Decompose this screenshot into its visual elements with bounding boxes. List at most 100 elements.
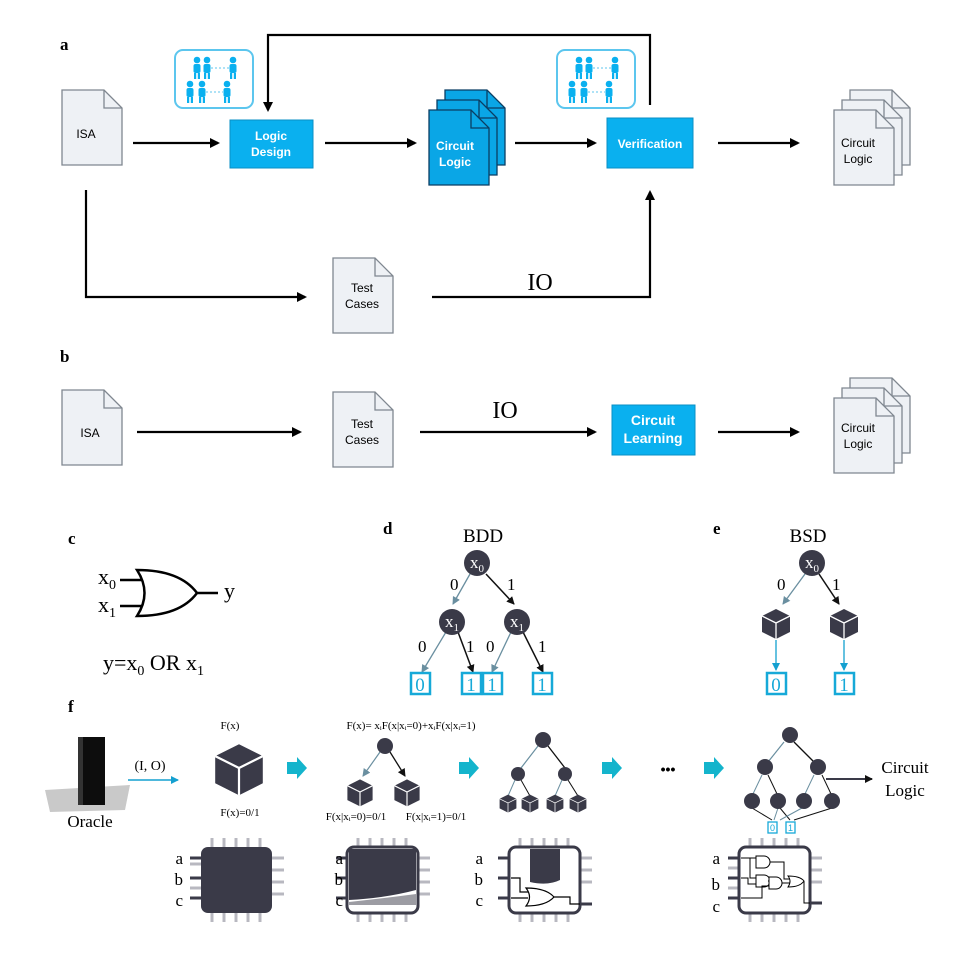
bdd-leaf: 1	[460, 671, 483, 696]
pin-a-label: a	[175, 849, 183, 868]
circuit-logic-label-1: Circuit	[881, 758, 928, 777]
input-x1-label: x1	[98, 592, 116, 621]
bsd-leaf: 0	[765, 671, 788, 696]
circuit-logic-out-label-1: Circuit	[841, 421, 876, 435]
svg-text:1: 1	[537, 675, 547, 696]
team-icon	[557, 50, 635, 108]
circuit-logic-label-2: Logic	[885, 781, 925, 800]
pin-b-label: b	[712, 875, 721, 894]
ellipsis: •••	[661, 761, 676, 777]
bdd-leaf: 1	[481, 671, 504, 696]
pin-a-label: a	[475, 849, 483, 868]
figure: a ISA Logic Design Circuit Logic Verific…	[45, 33, 929, 922]
team-icon	[175, 50, 253, 108]
svg-text:1: 1	[487, 675, 497, 696]
logic-design-label-2: Design	[251, 145, 291, 159]
test-cases-label-2: Cases	[345, 297, 379, 311]
bdd-leaf: 1	[531, 671, 554, 696]
input-x0-label: x0	[98, 564, 116, 593]
cube-icon	[214, 743, 264, 797]
oracle-label: Oracle	[67, 812, 112, 831]
pin-a-label: a	[712, 849, 720, 868]
io-label: IO	[527, 270, 552, 296]
test-cases-label-2: Cases	[345, 433, 379, 447]
teal-arrow-icon	[602, 757, 622, 779]
bsd-leaf: 1	[833, 671, 856, 696]
arrow	[84, 190, 307, 302]
bdd-final-tree	[744, 727, 840, 821]
fx-label: F(x)	[221, 720, 240, 732]
isa-label: ISA	[76, 127, 95, 141]
test-cases-label-1: Test	[351, 281, 374, 295]
edge-label-1: 1	[507, 575, 516, 594]
pin-c-label: c	[335, 891, 343, 910]
io-label: IO	[492, 398, 517, 424]
panel-a-label: a	[60, 35, 69, 54]
pin-b-label: b	[475, 870, 484, 889]
oracle-image	[45, 737, 130, 812]
svg-text:1: 1	[839, 675, 849, 696]
teal-arrow-icon	[459, 757, 479, 779]
isa-label: ISA	[80, 426, 99, 440]
panel-b-label: b	[60, 347, 69, 366]
circuit-logic-out-label-2: Logic	[844, 437, 873, 451]
pin-a-label: a	[335, 849, 343, 868]
teal-arrow-icon	[287, 757, 307, 779]
edge-label-1: 1	[832, 575, 841, 594]
circuit-logic-out-label-1: Circuit	[841, 136, 876, 150]
circuit-logic-stack-icon	[428, 89, 506, 186]
logic-design-box	[229, 119, 314, 169]
teal-arrow-icon	[704, 757, 724, 779]
shannon-expansion: F(x)= xᵢF(x|xᵢ=0)+xᵢF(x|xᵢ=1)	[347, 720, 476, 732]
output-y-label: y	[224, 578, 235, 603]
chip-icon	[190, 838, 284, 922]
panel-c-label: c	[68, 529, 76, 548]
test-cases-document-icon	[332, 257, 394, 334]
cube-icon	[761, 608, 791, 640]
chip-icon	[498, 838, 592, 922]
final-leaf: 0	[767, 821, 778, 834]
panel-d-label: d	[383, 519, 393, 538]
svg-text:0: 0	[771, 675, 781, 696]
svg-text:0: 0	[770, 823, 775, 833]
bsd-tree-step2	[499, 732, 587, 813]
verification-label: Verification	[618, 137, 683, 151]
bdd-title: BDD	[463, 526, 503, 547]
cofactor-0-label: F(x|xᵢ=0)=0/1	[326, 811, 386, 823]
logic-design-label-1: Logic	[255, 129, 287, 143]
cofactor-1-label: F(x|xᵢ=1)=0/1	[406, 811, 466, 823]
svg-text:1: 1	[466, 675, 476, 696]
circuit-logic-label-1: Circuit	[436, 139, 474, 153]
cube-icon	[829, 608, 859, 640]
pin-b-label: b	[335, 870, 344, 889]
svg-text:1: 1	[788, 823, 793, 833]
bdd-leaf: 0	[409, 671, 432, 696]
chip-icon	[336, 838, 430, 922]
pin-c-label: c	[475, 891, 483, 910]
or-gate-icon	[120, 568, 218, 618]
edge-label-0: 0	[418, 637, 427, 656]
panel-f-label: f	[68, 697, 74, 716]
fx-value-label: F(x)=0/1	[220, 807, 259, 819]
edge-label-0: 0	[486, 637, 495, 656]
svg-text:0: 0	[415, 675, 425, 696]
circuit-learning-label-1: Circuit	[631, 412, 676, 428]
circuit-logic-out-label-2: Logic	[844, 152, 873, 166]
edge-label-0: 0	[777, 575, 786, 594]
chip-icon	[728, 838, 822, 922]
edge-label-1: 1	[538, 637, 547, 656]
or-equation: y=x0 OR x1	[103, 650, 204, 679]
circuit-logic-label-2: Logic	[439, 155, 471, 169]
pin-c-label: c	[712, 897, 720, 916]
shannon-tree	[346, 738, 421, 807]
edge-label-0: 0	[450, 575, 459, 594]
pin-b-label: b	[175, 870, 184, 889]
io-pair-label: (I, O)	[134, 759, 165, 774]
test-cases-label-1: Test	[351, 417, 374, 431]
bsd-title: BSD	[790, 526, 827, 547]
panel-e-label: e	[713, 519, 721, 538]
final-leaf: 1	[785, 821, 796, 834]
edge-label-1: 1	[466, 637, 475, 656]
pin-c-label: c	[175, 891, 183, 910]
circuit-learning-label-2: Learning	[623, 430, 682, 446]
